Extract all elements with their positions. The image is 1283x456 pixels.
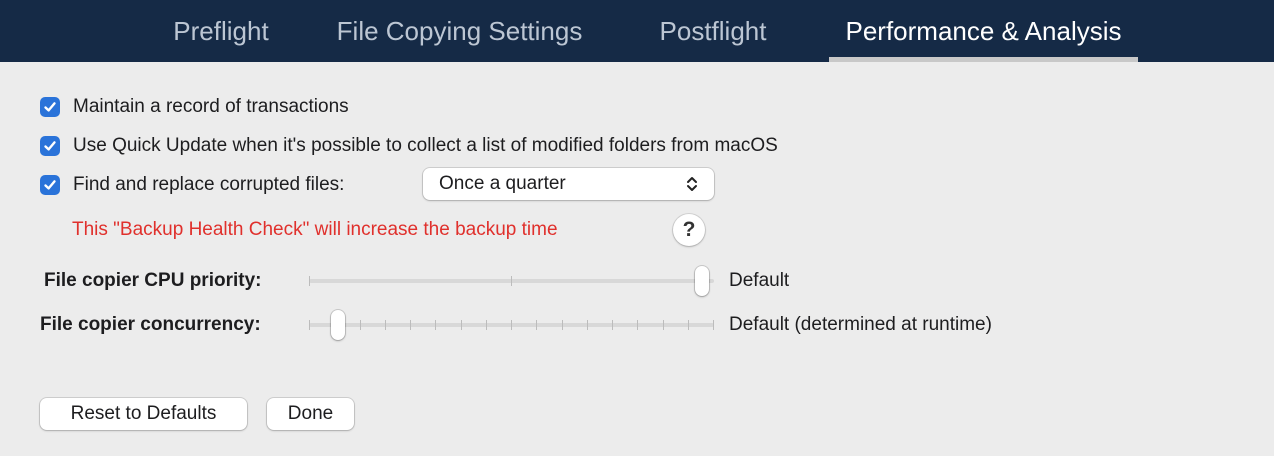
concurrency-value: Default (determined at runtime) [729,314,992,335]
replace-corrupted-row: Find and replace corrupted files: [40,174,344,196]
replace-corrupted-label: Find and replace corrupted files: [73,174,345,195]
settings-panel: Maintain a record of transactions Use Qu… [0,62,1274,456]
checkmark-icon [44,102,56,112]
replace-corrupted-checkbox[interactable] [40,175,60,195]
frequency-popup[interactable]: Once a quarter [423,168,714,200]
slider-tick [713,320,714,330]
slider-tick [511,276,512,286]
tab-preflight[interactable]: Preflight [160,0,282,62]
slider-tick [385,320,386,330]
window-edge [1274,0,1283,456]
preferences-window: Preflight File Copying Settings Postflig… [0,0,1283,456]
concurrency-slider-knob[interactable] [331,310,345,340]
slider-tick [688,320,689,330]
record-transactions-checkbox[interactable] [40,97,60,117]
slider-tick [663,320,664,330]
slider-tick [410,320,411,330]
done-button[interactable]: Done [267,398,354,430]
cpu-priority-value: Default [729,270,790,291]
tab-postflight[interactable]: Postflight [640,0,786,62]
slider-tick [309,320,310,330]
slider-tick [486,320,487,330]
reset-to-defaults-button[interactable]: Reset to Defaults [40,398,247,430]
slider-tick [562,320,563,330]
record-transactions-row: Maintain a record of transactions [40,96,349,118]
tab-file-copying-settings[interactable]: File Copying Settings [318,0,601,62]
slider-tick [612,320,613,330]
tab-bar: Preflight File Copying Settings Postflig… [0,0,1274,62]
concurrency-label: File copier concurrency: [40,314,261,335]
slider-tick [309,276,310,286]
quick-update-label: Use Quick Update when it's possible to c… [73,135,778,156]
tab-performance-analysis[interactable]: Performance & Analysis [829,0,1138,62]
checkmark-icon [44,180,56,190]
slider-tick [435,320,436,330]
checkmark-icon [44,141,56,151]
cpu-priority-label: File copier CPU priority: [44,270,262,291]
help-button[interactable]: ? [673,214,705,246]
slider-tick [637,320,638,330]
slider-tick [461,320,462,330]
slider-tick [360,320,361,330]
help-button-label: ? [682,218,696,241]
slider-tick [511,320,512,330]
record-transactions-label: Maintain a record of transactions [73,96,349,117]
slider-tick [587,320,588,330]
slider-tick [536,320,537,330]
concurrency-slider[interactable] [309,310,714,340]
quick-update-row: Use Quick Update when it's possible to c… [40,135,778,157]
quick-update-checkbox[interactable] [40,136,60,156]
cpu-priority-slider[interactable] [309,266,714,296]
cpu-priority-slider-knob[interactable] [695,266,709,296]
frequency-popup-value: Once a quarter [439,173,566,194]
health-check-warning: This "Backup Health Check" will increase… [72,219,558,240]
up-down-chevron-icon [682,170,702,198]
